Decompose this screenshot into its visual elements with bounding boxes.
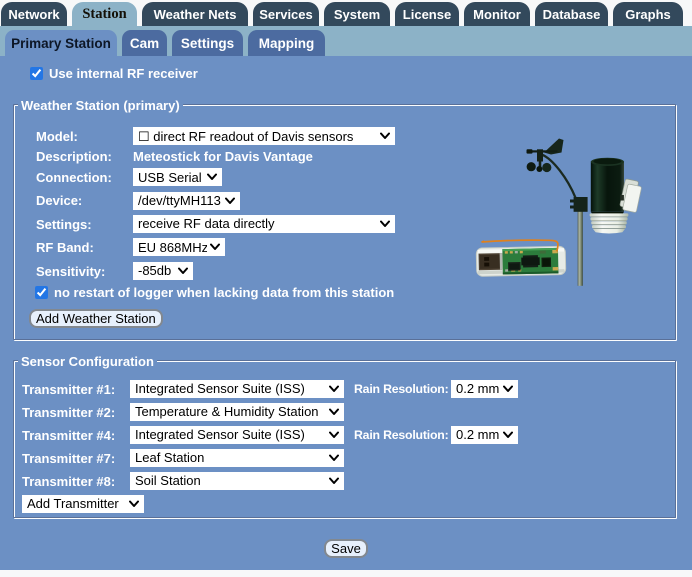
device-select[interactable]: /dev/ttyMH113 [133, 191, 240, 210]
use-internal-rf-label: Use internal RF receiver [49, 65, 198, 81]
tab-monitor[interactable]: Monitor [464, 2, 530, 26]
tab-services[interactable]: Services [253, 2, 319, 26]
form-row: Settings: receive RF data directly [36, 213, 668, 236]
save-row: Save [0, 539, 692, 558]
settings-select[interactable]: receive RF data directly [133, 214, 395, 233]
form-row: Add Transmitter [22, 493, 669, 516]
form-row: Transmitter #1: Integrated Sensor Suite … [22, 378, 669, 401]
tab-system[interactable]: System [324, 2, 390, 26]
no-restart-checkbox[interactable] [35, 286, 48, 300]
save-button[interactable]: Save [324, 539, 368, 558]
form-row: Device: /dev/ttyMH113 [36, 189, 668, 212]
primary-station-panel: Use internal RF receiver Weather Station… [0, 56, 692, 570]
model-label: Model: [36, 128, 78, 144]
subtab-settings[interactable]: Settings [172, 30, 243, 56]
sensitivity-select[interactable]: -85db [133, 261, 193, 280]
sensitivity-label: Sensitivity: [36, 263, 106, 279]
transmitter-2-label: Transmitter #2: [22, 404, 116, 420]
add-weather-station-button[interactable]: Add Weather Station [29, 308, 163, 328]
form-row: Connection: USB Serial [36, 166, 668, 189]
form-row: Transmitter #4: Integrated Sensor Suite … [22, 424, 669, 447]
tab-weather-nets[interactable]: Weather Nets [142, 2, 248, 26]
subtab-cam[interactable]: Cam [122, 30, 167, 56]
add-weather-station-row: Add Weather Station [29, 308, 668, 328]
rf-band-select[interactable]: EU 868MHz [133, 238, 225, 257]
transmitter-8-select[interactable]: Soil Station [130, 471, 344, 490]
rain-resolution-1-select[interactable]: 0.2 mm [451, 379, 518, 398]
tab-graphs[interactable]: Graphs [613, 2, 683, 26]
subtab-mapping[interactable]: Mapping [248, 30, 325, 56]
connection-label: Connection: [36, 169, 112, 185]
form-row: Model: ☐ direct RF readout of Davis sens… [36, 125, 668, 148]
model-select[interactable]: ☐ direct RF readout of Davis sensors [133, 127, 395, 146]
rain-resolution-1-label: Rain Resolution: [354, 382, 449, 396]
add-transmitter-select[interactable]: Add Transmitter [22, 494, 144, 513]
transmitter-7-label: Transmitter #7: [22, 450, 116, 466]
connection-select[interactable]: USB Serial [133, 168, 222, 187]
station-sub-tab-bar: Primary Station Cam Settings Mapping [0, 26, 692, 56]
no-restart-label: no restart of logger when lacking data f… [54, 285, 395, 301]
form-row: Description: Meteostick for Davis Vantag… [36, 148, 668, 166]
rf-band-label: RF Band: [36, 240, 94, 256]
transmitter-4-select[interactable]: Integrated Sensor Suite (ISS) [130, 425, 344, 444]
tab-license[interactable]: License [395, 2, 459, 26]
rain-resolution-4-label: Rain Resolution: [354, 428, 449, 442]
form-row: Transmitter #7: Leaf Station [22, 447, 669, 470]
use-internal-rf-row: Use internal RF receiver [30, 65, 198, 81]
description-value: Meteostick for Davis Vantage [133, 149, 313, 165]
tab-network[interactable]: Network [1, 2, 67, 26]
transmitter-2-select[interactable]: Temperature & Humidity Station [130, 402, 344, 421]
form-row: RF Band: EU 868MHz [36, 236, 668, 259]
weather-station-fieldset: Weather Station (primary) Model: ☐ direc… [13, 98, 677, 341]
subtab-primary-station[interactable]: Primary Station [5, 30, 117, 56]
form-row: Transmitter #8: Soil Station [22, 470, 669, 493]
device-label: Device: [36, 193, 83, 209]
weather-station-legend: Weather Station (primary) [18, 98, 183, 113]
sensor-configuration-fieldset: Sensor Configuration Transmitter #1: Int… [13, 353, 677, 519]
transmitter-7-select[interactable]: Leaf Station [130, 448, 344, 467]
form-row: Sensitivity: -85db [36, 259, 668, 282]
transmitter-4-label: Transmitter #4: [22, 427, 116, 443]
tab-station[interactable]: Station [72, 2, 137, 26]
transmitter-8-label: Transmitter #8: [22, 473, 116, 489]
description-label: Description: [36, 149, 112, 165]
transmitter-1-label: Transmitter #1: [22, 381, 116, 397]
use-internal-rf-checkbox[interactable] [30, 66, 43, 80]
tab-database[interactable]: Database [535, 2, 608, 26]
rain-resolution-4-select[interactable]: 0.2 mm [451, 425, 518, 444]
form-row: Transmitter #2: Temperature & Humidity S… [22, 401, 669, 424]
sensor-configuration-legend: Sensor Configuration [18, 353, 157, 369]
settings-label: Settings: [36, 216, 92, 232]
no-restart-row: no restart of logger when lacking data f… [35, 282, 668, 304]
main-tab-bar: Network Station Weather Nets Services Sy… [0, 0, 692, 26]
transmitter-1-select[interactable]: Integrated Sensor Suite (ISS) [130, 379, 344, 398]
